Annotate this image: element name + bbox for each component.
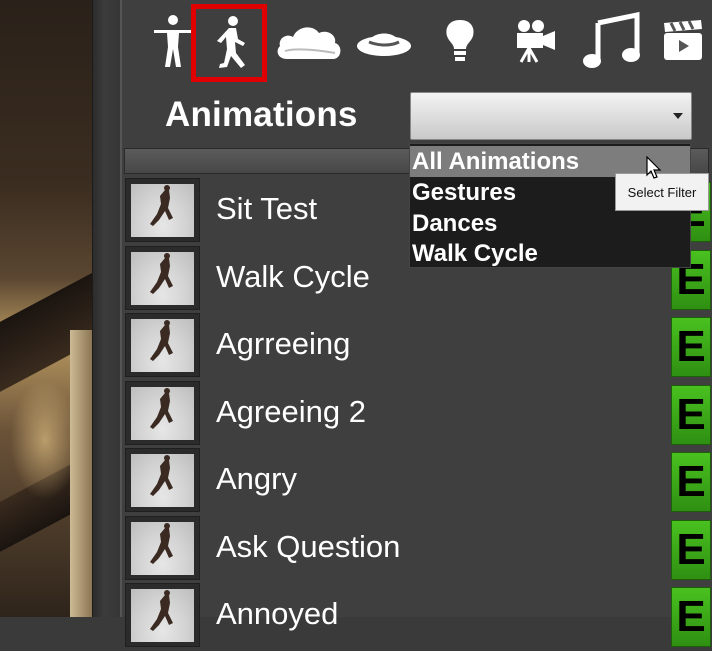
edit-button[interactable]: E (671, 317, 711, 377)
animation-thumbnail (125, 245, 200, 310)
category-toolbar (138, 4, 712, 82)
animation-name: Sit Test (216, 191, 318, 226)
list-item[interactable]: Angry E (125, 448, 712, 516)
list-item[interactable]: Agreeing 2 E (125, 380, 712, 449)
edit-button[interactable]: E (671, 519, 711, 580)
hat-icon (357, 33, 411, 56)
dropdown-option[interactable]: Walk Cycle (410, 238, 690, 269)
wardrobe-tool[interactable] (349, 6, 419, 76)
animation-thumbnail (125, 583, 200, 647)
clapperboard-icon (664, 20, 702, 60)
animation-thumbnail (125, 448, 200, 512)
animation-name: Angry (216, 461, 297, 496)
dropdown-option[interactable]: Dances (410, 208, 690, 239)
animation-name: Walk Cycle (216, 258, 370, 294)
running-tool[interactable] (191, 4, 267, 82)
animation-thumbnail (125, 313, 200, 377)
viewport-background (0, 0, 92, 617)
lightbulb-icon (446, 20, 474, 61)
camera-tool[interactable] (500, 6, 570, 76)
animation-thumbnail (125, 380, 200, 445)
animation-name: Ask Question (216, 528, 401, 564)
pillar (70, 330, 92, 617)
edit-button[interactable]: E (671, 587, 711, 647)
panel-frame (92, 0, 121, 617)
chevron-down-icon (673, 113, 683, 119)
figure-icon (154, 15, 192, 67)
audio-tool[interactable] (576, 6, 646, 76)
mouse-cursor-icon (646, 156, 662, 179)
animation-thumbnail (125, 178, 200, 242)
edit-button[interactable]: E (671, 384, 711, 445)
edit-button[interactable]: E (671, 452, 711, 512)
filter-select[interactable] (410, 92, 692, 140)
animation-name: Annoyed (216, 596, 339, 631)
list-item[interactable]: Ask Question E (125, 515, 712, 584)
animation-name: Agreeing 2 (216, 393, 366, 429)
lighting-tool[interactable] (425, 6, 495, 76)
video-tool[interactable] (648, 6, 712, 76)
camera-icon (517, 20, 555, 63)
animation-name: Agrreeing (216, 326, 351, 361)
cloud-icon (277, 27, 341, 59)
running-icon (217, 16, 245, 68)
music-icon (583, 11, 640, 68)
weather-tool[interactable] (274, 6, 344, 76)
animation-thumbnail (125, 515, 200, 580)
list-item[interactable]: Agrreeing E (125, 313, 712, 381)
tooltip: Select Filter (615, 173, 709, 211)
animations-panel: Animations Sit Test E Walk Cycle E Agrre… (120, 0, 712, 647)
page-title: Animations (165, 95, 358, 134)
